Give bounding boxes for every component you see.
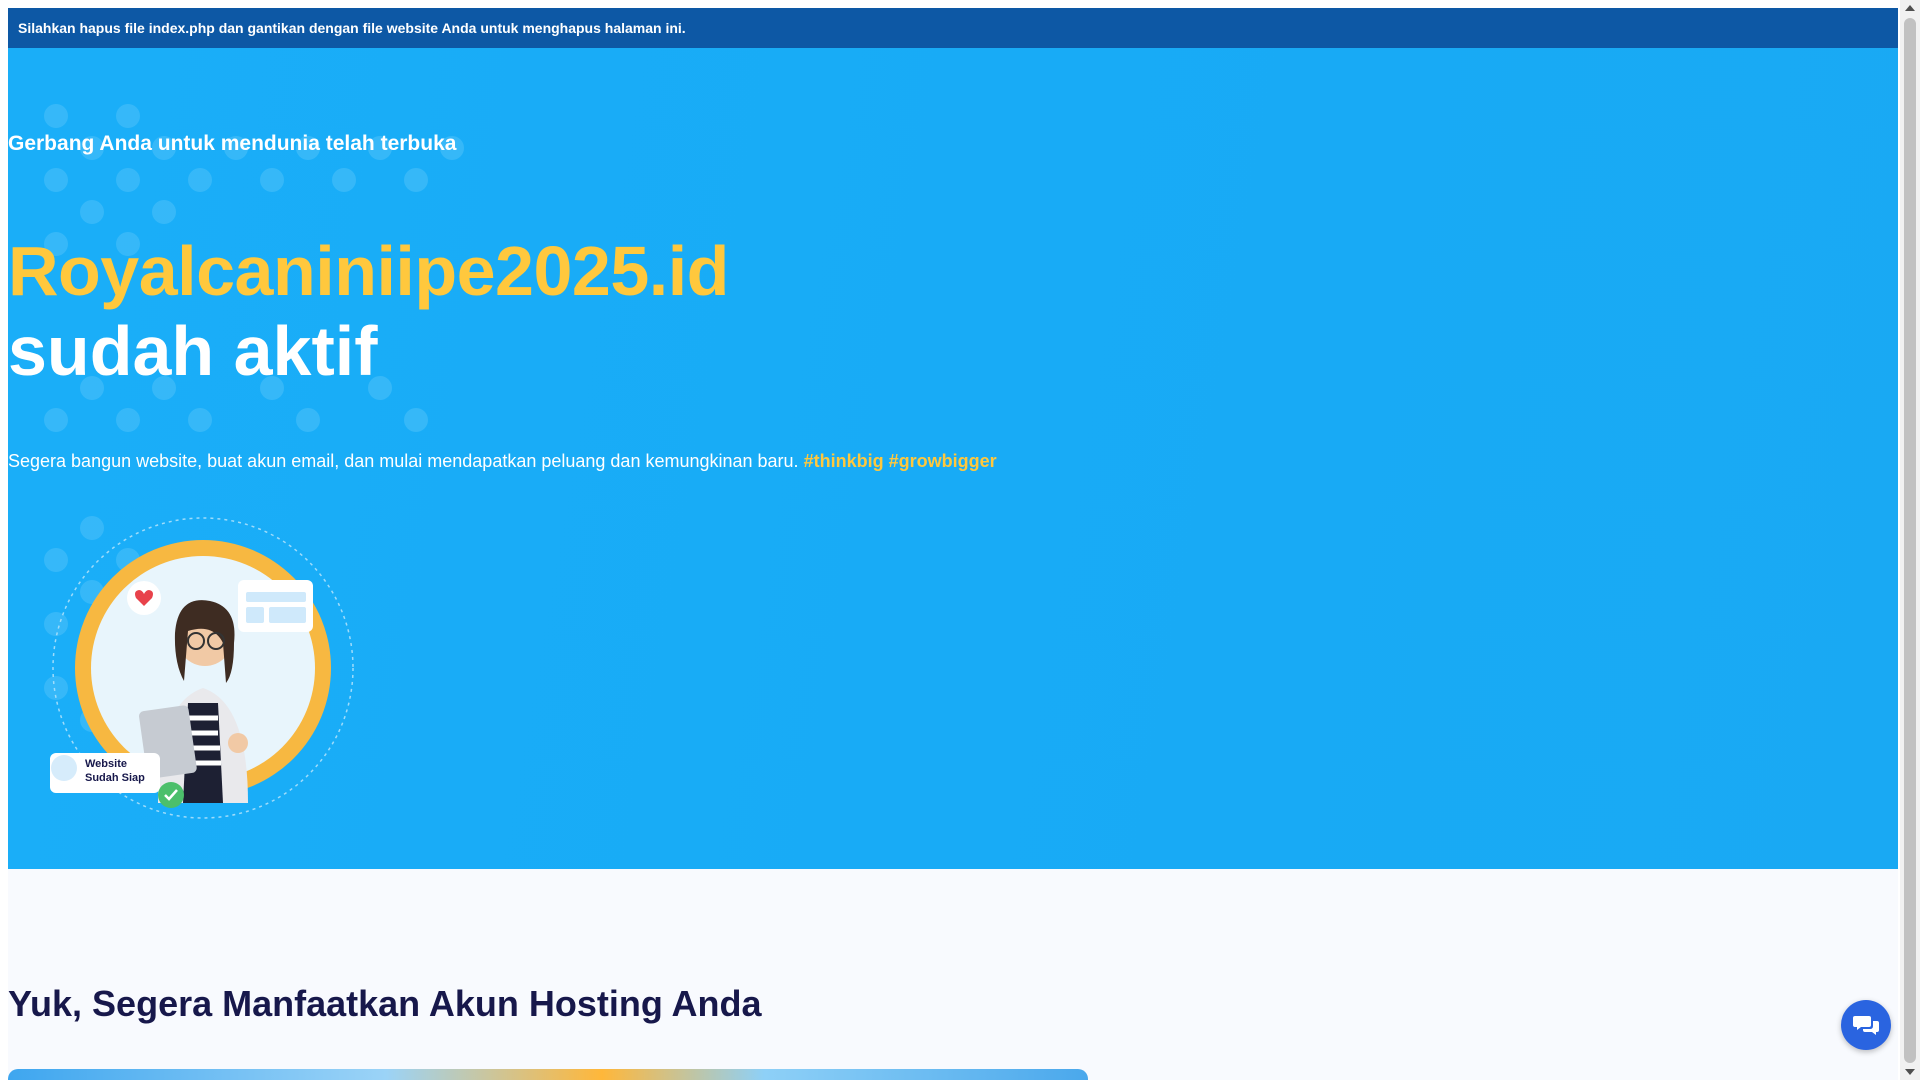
hero-subtitle: Gerbang Anda untuk mendunia telah terbuk… <box>8 132 457 155</box>
description-text: Segera bangun website, buat akun email, … <box>8 451 799 471</box>
chat-bubbles-icon <box>1853 1016 1879 1035</box>
hero-description: Segera bangun website, buat akun email, … <box>8 451 997 472</box>
notice-text: Silahkan hapus file index.php dan gantik… <box>18 20 686 36</box>
hashtags: #thinkbig #growbigger <box>803 451 997 471</box>
chat-button[interactable] <box>1841 1000 1891 1050</box>
section-title: Yuk, Segera Manfaatkan Akun Hosting Anda <box>8 983 762 1024</box>
browser-window-icon <box>51 755 77 781</box>
badge-line-2: Sudah Siap <box>85 772 145 784</box>
page: Silahkan hapus file index.php dan gantik… <box>8 8 1898 1080</box>
woman-with-laptop-illustration: Website Sudah Siap <box>50 517 354 819</box>
hero-section: Gerbang Anda untuk mendunia telah terbuk… <box>8 48 1898 869</box>
domain-name: Royalcaniniipe2025.id <box>8 232 729 310</box>
badge-line-1: Website <box>85 758 127 770</box>
browser-window-icon <box>238 580 313 632</box>
feature-card-preview <box>8 1069 1088 1080</box>
notice-bar: Silahkan hapus file index.php dan gantik… <box>8 8 1898 48</box>
status-heading: sudah aktif <box>8 312 378 390</box>
scroll-thumb[interactable] <box>1904 18 1916 1063</box>
scroll-up-arrow-icon[interactable] <box>1905 5 1915 11</box>
scroll-down-arrow-icon[interactable] <box>1905 1069 1915 1075</box>
page-scrollbar[interactable] <box>1900 0 1920 1080</box>
